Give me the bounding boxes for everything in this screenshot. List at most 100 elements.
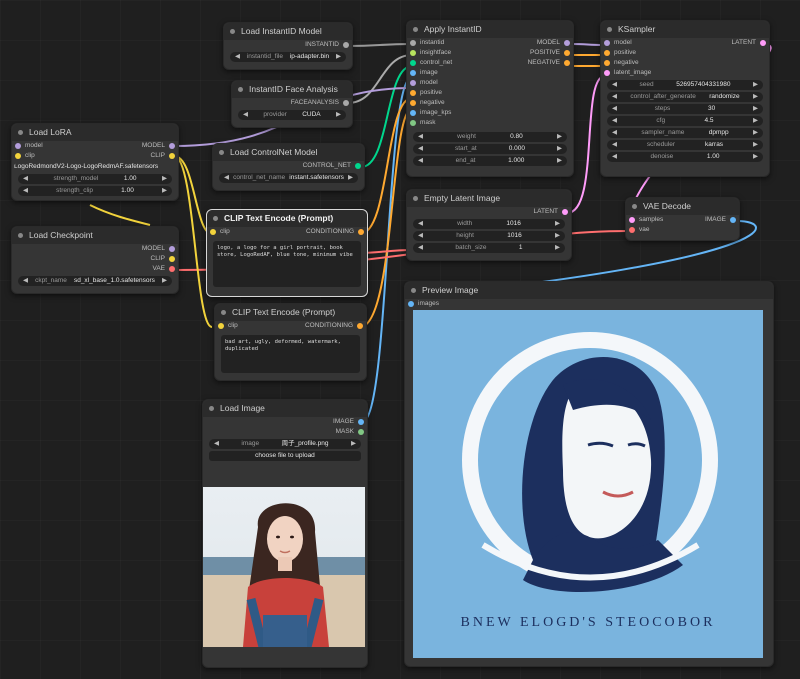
number-seed[interactable]: ◀ seed 526957404331980 ▶ [607, 80, 763, 90]
slider-start-at[interactable]: ◀ start_at 0.000 ▶ [413, 144, 567, 154]
arrow-right-icon[interactable]: ▶ [162, 276, 167, 286]
output-socket[interactable] [730, 217, 736, 223]
arrow-right-icon[interactable]: ▶ [557, 144, 562, 154]
input-socket[interactable] [210, 229, 216, 235]
arrow-right-icon[interactable]: ▶ [336, 52, 341, 62]
output-clip[interactable]: CLIP [12, 254, 178, 264]
arrow-left-icon[interactable]: ◀ [243, 110, 248, 120]
arrow-left-icon[interactable]: ◀ [418, 156, 423, 166]
slider-strength-model[interactable]: ◀ strength_model 1.00 ▶ [18, 174, 172, 184]
output-socket[interactable] [358, 429, 364, 435]
node-load-checkpoint[interactable]: Load Checkpoint MODEL CLIP VAE ◀ ckpt_nam… [11, 226, 179, 294]
output-clip[interactable]: CLIP [151, 151, 178, 161]
input-socket[interactable] [410, 120, 416, 126]
input-clip[interactable]: clip [207, 227, 230, 237]
input-samples[interactable]: samples [626, 215, 663, 225]
node-title[interactable]: CLIP Text Encode (Prompt) [207, 210, 367, 227]
output-socket[interactable] [355, 163, 361, 169]
slider-end-at[interactable]: ◀ end_at 1.000 ▶ [413, 156, 567, 166]
arrow-left-icon[interactable]: ◀ [224, 173, 229, 183]
combo-lora-name[interactable]: LogoRedmondV2-Logo-LogoRedmAF.safetensor… [14, 162, 176, 172]
output-model[interactable]: MODEL [142, 141, 178, 151]
output-latent[interactable]: LATENT [407, 207, 571, 217]
arrow-left-icon[interactable]: ◀ [235, 52, 240, 62]
output-socket[interactable] [358, 229, 364, 235]
output-socket[interactable] [343, 100, 349, 106]
output-instantid[interactable]: INSTANTID [224, 40, 352, 50]
input-image-kps[interactable]: image_kps [407, 108, 573, 118]
arrow-left-icon[interactable]: ◀ [23, 174, 28, 184]
node-clip-text-encode-negative[interactable]: CLIP Text Encode (Prompt) clip CONDITION… [214, 303, 367, 381]
output-control-net[interactable]: CONTROL_NET [213, 161, 364, 171]
output-socket[interactable] [564, 50, 570, 56]
input-socket[interactable] [410, 80, 416, 86]
arrow-right-icon[interactable]: ▶ [336, 110, 341, 120]
slider-weight[interactable]: ◀ weight 0.80 ▶ [413, 132, 567, 142]
output-socket[interactable] [169, 143, 175, 149]
output-socket[interactable] [343, 42, 349, 48]
output-negative[interactable]: NEGATIVE [528, 58, 573, 68]
output-socket[interactable] [358, 419, 364, 425]
node-title[interactable]: Load Image [203, 400, 367, 417]
input-mask[interactable]: mask [407, 118, 573, 128]
input-model[interactable]: model [601, 38, 632, 48]
output-mask[interactable]: MASK [203, 427, 367, 437]
output-socket[interactable] [564, 60, 570, 66]
number-steps[interactable]: ◀ steps 30 ▶ [607, 104, 763, 114]
arrow-right-icon[interactable]: ▶ [555, 231, 560, 241]
output-conditioning[interactable]: CONDITIONING [305, 321, 366, 331]
arrow-right-icon[interactable]: ▶ [555, 243, 560, 253]
output-model[interactable]: MODEL [537, 38, 573, 48]
input-images[interactable]: images [405, 299, 773, 309]
arrow-right-icon[interactable]: ▶ [162, 186, 167, 196]
input-socket[interactable] [15, 153, 21, 159]
input-control-net[interactable]: control_net [407, 58, 452, 68]
combo-ckpt-name[interactable]: ◀ ckpt_name sd_xl_base_1.0.safetensors ▶ [18, 276, 172, 286]
arrow-left-icon[interactable]: ◀ [418, 219, 423, 229]
arrow-left-icon[interactable]: ◀ [418, 132, 423, 142]
arrow-left-icon[interactable]: ◀ [612, 140, 617, 150]
input-socket[interactable] [410, 100, 416, 106]
input-socket[interactable] [410, 110, 416, 116]
input-negative[interactable]: negative [601, 58, 769, 68]
input-socket[interactable] [410, 90, 416, 96]
output-latent[interactable]: LATENT [732, 38, 769, 48]
combo-sampler-name[interactable]: ◀ sampler_name dpmpp ▶ [607, 128, 763, 138]
input-instantid[interactable]: instantid [407, 38, 444, 48]
input-socket[interactable] [15, 143, 21, 149]
arrow-right-icon[interactable]: ▶ [753, 140, 758, 150]
node-title[interactable]: Load ControlNet Model [213, 144, 364, 161]
output-socket[interactable] [169, 266, 175, 272]
output-socket[interactable] [357, 323, 363, 329]
input-socket[interactable] [410, 50, 416, 56]
node-vae-decode[interactable]: VAE Decode samples IMAGE vae [625, 197, 740, 241]
arrow-right-icon[interactable]: ▶ [753, 104, 758, 114]
output-socket[interactable] [169, 246, 175, 252]
number-cfg[interactable]: ◀ cfg 4.5 ▶ [607, 116, 763, 126]
node-load-lora[interactable]: Load LoRA model MODEL clip CLIP LogoRedm… [11, 123, 179, 201]
combo-instantid-file[interactable]: ◀ instantid_file ip-adapter.bin ▶ [230, 52, 346, 62]
input-vae[interactable]: vae [626, 225, 739, 235]
node-load-controlnet[interactable]: Load ControlNet Model CONTROL_NET ◀ contr… [212, 143, 365, 191]
input-socket[interactable] [629, 227, 635, 233]
input-clip[interactable]: clip [215, 321, 238, 331]
arrow-left-icon[interactable]: ◀ [418, 144, 423, 154]
input-model[interactable]: model [407, 78, 573, 88]
arrow-right-icon[interactable]: ▶ [555, 219, 560, 229]
node-empty-latent-image[interactable]: Empty Latent Image LATENT ◀ width 1016 ▶ ◀ h… [406, 189, 572, 261]
prompt-textarea[interactable]: logo, a logo for a girl portrait, book s… [213, 241, 361, 287]
arrow-right-icon[interactable]: ▶ [753, 152, 758, 162]
arrow-left-icon[interactable]: ◀ [418, 231, 423, 241]
arrow-left-icon[interactable]: ◀ [23, 276, 28, 286]
node-title[interactable]: InstantID Face Analysis [232, 81, 352, 98]
arrow-right-icon[interactable]: ▶ [753, 116, 758, 126]
node-title[interactable]: VAE Decode [626, 198, 739, 215]
node-ksampler[interactable]: KSampler model LATENT positive negative … [600, 20, 770, 177]
output-positive[interactable]: POSITIVE [530, 48, 573, 58]
input-socket[interactable] [604, 70, 610, 76]
node-title[interactable]: Load Checkpoint [12, 227, 178, 244]
output-socket[interactable] [169, 153, 175, 159]
combo-control-after-generate[interactable]: ◀ control_after_generate randomize ▶ [607, 92, 763, 102]
input-socket[interactable] [604, 50, 610, 56]
combo-image[interactable]: ◀ image 周子_profile.png ▶ [209, 439, 361, 449]
